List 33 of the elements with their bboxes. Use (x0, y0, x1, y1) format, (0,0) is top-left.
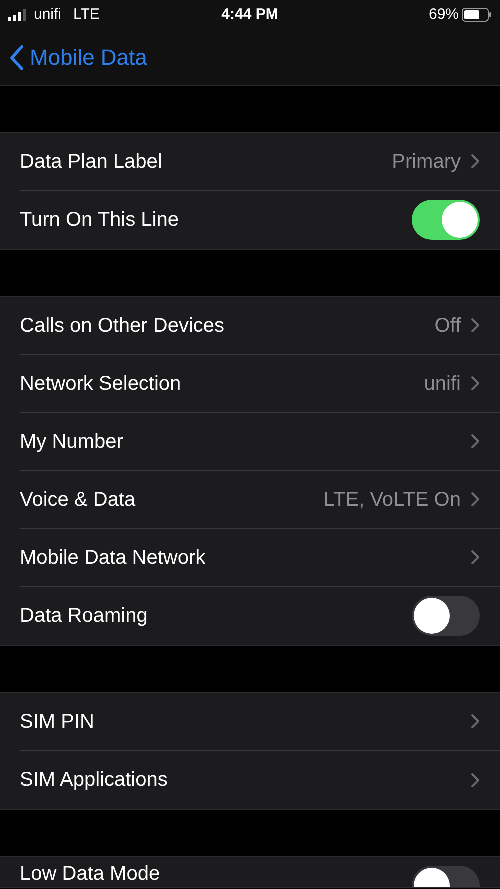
toggle-switch[interactable] (412, 200, 480, 240)
carrier-name: unifi (34, 4, 62, 25)
chevron-left-icon (10, 44, 24, 70)
chevron-right-icon[interactable] (471, 318, 480, 333)
network-type: LTE (74, 4, 100, 25)
chevron-right-icon[interactable] (471, 492, 480, 507)
chevron-right-icon[interactable] (471, 376, 480, 391)
setting-value: unifi (424, 372, 461, 396)
chevron-right-icon[interactable] (471, 772, 480, 788)
status-time: 4:44 PM (222, 4, 278, 25)
chevron-right-icon[interactable] (471, 154, 480, 169)
setting-label: Calls on Other Devices (20, 314, 226, 338)
setting-value: Primary (392, 150, 461, 174)
setting-label: Data Plan Label (20, 150, 164, 174)
setting-label: Turn On This Line (20, 208, 180, 233)
setting-label: Voice & Data (20, 488, 137, 512)
battery-percent: 69% (428, 4, 460, 25)
setting-label: Mobile Data Network (20, 546, 207, 570)
setting-label: Data Roaming (20, 604, 149, 629)
chevron-right-icon[interactable] (471, 434, 480, 449)
setting-label: SIM Applications (20, 768, 169, 793)
setting-label: Network Selection (20, 372, 182, 396)
setting-label: Low Data Mode (20, 862, 162, 886)
setting-label: My Number (20, 430, 124, 454)
chevron-right-icon[interactable] (471, 550, 480, 565)
setting-value: LTE, VoLTE On (324, 488, 461, 512)
signal-icon (8, 9, 28, 21)
setting-label: SIM PIN (20, 710, 96, 734)
setting-value: Off (434, 314, 461, 338)
back-button[interactable]: Mobile Data (10, 41, 148, 74)
battery-icon (462, 8, 492, 22)
chevron-right-icon[interactable] (471, 714, 480, 729)
toggle-switch[interactable] (412, 596, 480, 636)
